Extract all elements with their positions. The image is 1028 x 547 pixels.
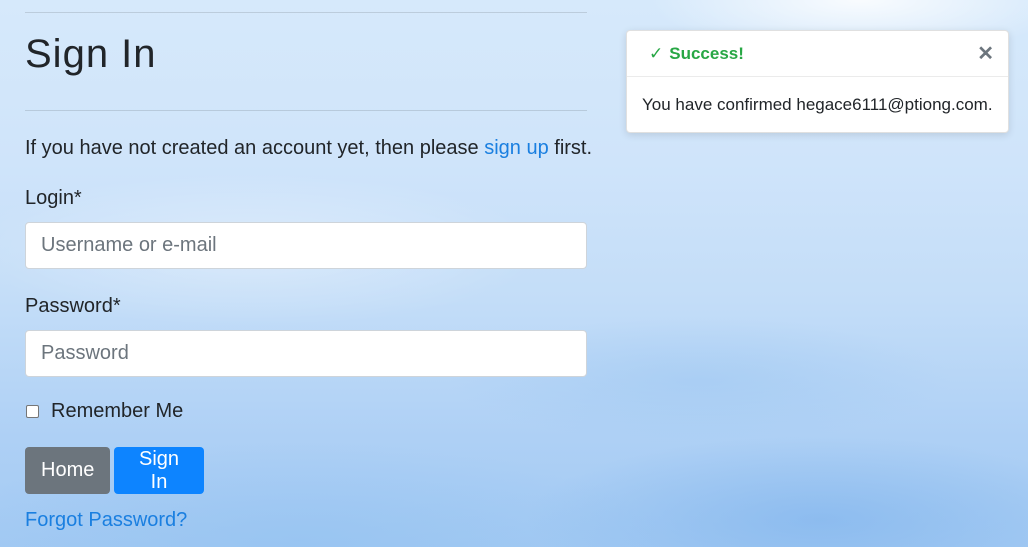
login-label: Login* bbox=[25, 187, 82, 209]
title-divider bbox=[25, 110, 587, 111]
intro-text-after: first. bbox=[548, 137, 593, 159]
forgot-password-link[interactable]: Forgot Password? bbox=[25, 508, 187, 532]
intro-text-before: If you have not created an account yet, … bbox=[25, 137, 485, 159]
page-title: Sign In bbox=[25, 32, 157, 76]
remember-me-row: Remember Me bbox=[25, 400, 183, 423]
top-divider bbox=[25, 12, 587, 13]
check-icon: ✓ bbox=[649, 44, 664, 63]
password-label: Password* bbox=[25, 295, 121, 317]
remember-me-checkbox[interactable] bbox=[26, 405, 39, 418]
home-button[interactable]: Home bbox=[25, 447, 110, 494]
remember-me-label[interactable]: Remember Me bbox=[51, 400, 183, 423]
sign-in-button[interactable]: Sign In bbox=[114, 447, 204, 494]
toast-header: ✓ Success! ✕ bbox=[627, 31, 1008, 77]
sign-up-link[interactable]: sign up bbox=[484, 137, 549, 159]
intro-text: If you have not created an account yet, … bbox=[25, 136, 592, 160]
password-input[interactable] bbox=[25, 330, 587, 377]
toast-title: Success! bbox=[669, 43, 744, 63]
toast-message: You have confirmed hegace6111@ptiong.com… bbox=[642, 95, 993, 114]
close-icon[interactable]: ✕ bbox=[977, 44, 994, 64]
login-input[interactable] bbox=[25, 222, 587, 269]
success-toast: ✓ Success! ✕ You have confirmed hegace61… bbox=[626, 30, 1009, 133]
